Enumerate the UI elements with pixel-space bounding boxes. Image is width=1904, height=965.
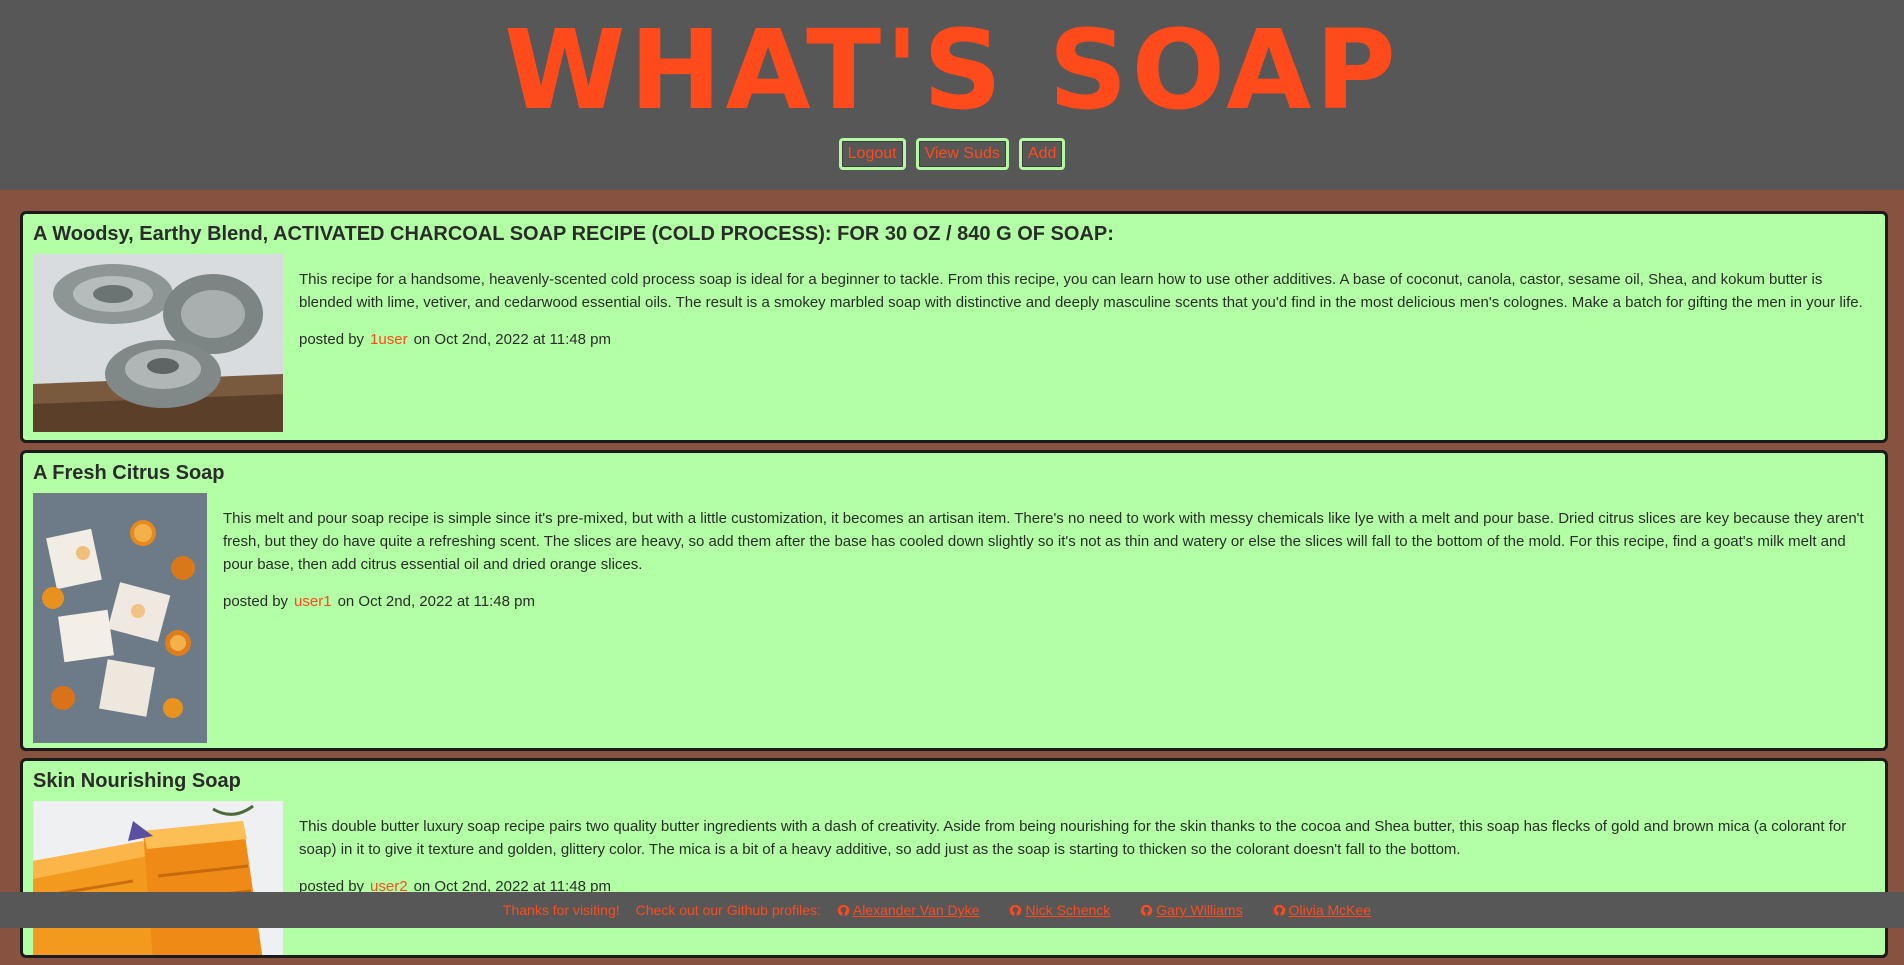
post-title: Skin Nourishing Soap <box>33 770 241 792</box>
post-meta: posted by 1user on Oct 2nd, 2022 at 11:48 … <box>299 328 1871 351</box>
github-link-label: Alexander Van Dyke <box>852 902 980 918</box>
site-header: WHAT'S SOAP Logout View Suds Add <box>0 0 1904 190</box>
post-author-link[interactable]: 1user <box>364 331 414 348</box>
post-title: A Fresh Citrus Soap <box>33 462 225 484</box>
post-title: A Woodsy, Earthy Blend, ACTIVATED CHARCO… <box>33 223 1114 245</box>
github-link-gary[interactable]: Gary Williams <box>1140 902 1258 918</box>
post-author-link[interactable]: user1 <box>288 593 338 610</box>
posted-by-label: posted by <box>299 331 365 348</box>
citrus-soap-image <box>33 493 207 743</box>
github-link-label: Olivia McKee <box>1288 902 1372 918</box>
site-footer: Thanks for visiting! Check out our Githu… <box>0 892 1904 928</box>
github-link-label: Gary Williams <box>1156 902 1243 918</box>
github-icon <box>1141 904 1153 916</box>
github-link-olivia[interactable]: Olivia McKee <box>1273 902 1387 918</box>
github-icon <box>837 904 850 916</box>
charcoal-soap-image <box>33 254 283 432</box>
view-suds-button[interactable]: View Suds <box>915 138 1009 170</box>
footer-checkout: Check out our Github profiles: <box>635 902 821 918</box>
footer-thanks: Thanks for visiting! <box>502 902 620 918</box>
post-content: This melt and pour soap recipe is simple… <box>223 507 1871 613</box>
nav-bar: Logout View Suds Add <box>0 138 1904 170</box>
add-button[interactable]: Add <box>1018 138 1066 170</box>
post-card: Skin Nourishing Soap This double butter … <box>20 758 1888 958</box>
github-link-nick[interactable]: Nick Schenck <box>1009 902 1126 918</box>
posted-by-label: posted by <box>223 593 289 610</box>
post-meta: posted by user1 on Oct 2nd, 2022 at 11:48 … <box>223 590 1871 613</box>
post-body: This recipe for a handsome, heavenly-sce… <box>299 271 1863 311</box>
logout-button[interactable]: Logout <box>838 138 906 170</box>
post-card: A Woodsy, Earthy Blend, ACTIVATED CHARCO… <box>20 211 1888 443</box>
site-logo: WHAT'S SOAP <box>504 6 1400 134</box>
github-icon <box>1273 904 1285 916</box>
post-body: This double butter luxury soap recipe pa… <box>299 818 1847 858</box>
butter-soap-image <box>33 801 283 955</box>
post-body: This melt and pour soap recipe is simple… <box>223 510 1864 573</box>
post-feed: A Woodsy, Earthy Blend, ACTIVATED CHARCO… <box>20 211 1888 965</box>
post-date: on Oct 2nd, 2022 at 11:48 pm <box>337 593 535 610</box>
github-link-label: Nick Schenck <box>1025 902 1111 918</box>
post-content: This double butter luxury soap recipe pa… <box>299 815 1871 898</box>
post-content: This recipe for a handsome, heavenly-sce… <box>299 268 1871 351</box>
github-icon <box>1010 904 1022 916</box>
github-link-alexander[interactable]: Alexander Van Dyke <box>837 902 996 918</box>
post-card: A Fresh Citrus Soap This melt and pour s… <box>20 450 1888 751</box>
post-date: on Oct 2nd, 2022 at 11:48 pm <box>413 331 611 348</box>
